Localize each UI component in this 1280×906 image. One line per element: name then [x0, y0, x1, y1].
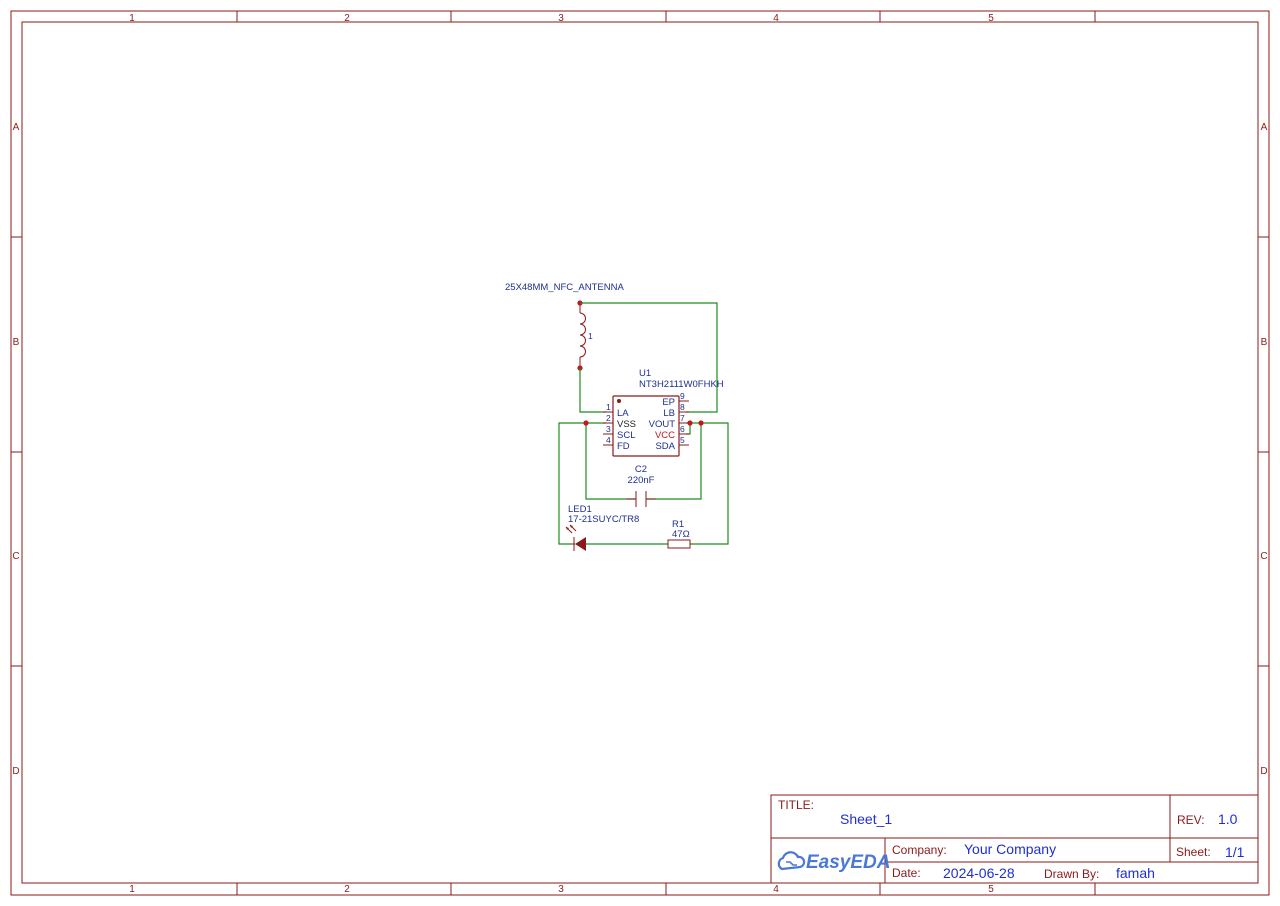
u1-pin-3-num: 3 [606, 424, 611, 434]
r1-resistor[interactable]: R1 47Ω [667, 519, 691, 549]
u1-pin-2-num: 2 [606, 413, 611, 423]
row-label-right-c: C [1260, 551, 1267, 562]
u1-pin-5-num: 5 [680, 435, 685, 445]
u1-pin-fd: FD [617, 441, 630, 452]
row-label-left-a: A [13, 122, 20, 133]
u1-pin-vss: VSS [617, 419, 636, 430]
col-label-bottom-4: 4 [773, 884, 779, 895]
u1-pin-6-num: 6 [680, 424, 685, 434]
r1-value: 47Ω [672, 529, 690, 540]
led-emission-arrows-icon [565, 524, 577, 534]
u1-pin-lb: LB [663, 408, 675, 419]
col-label-top-1: 1 [129, 13, 135, 24]
u1-pin-scl: SCL [617, 430, 635, 441]
schematic-sheet[interactable]: 1 2 3 4 5 1 2 3 4 5 A B C D A B C D 25X4… [0, 0, 1280, 906]
u1-value: NT3H2111W0FHKH [639, 379, 724, 390]
col-label-top-2: 2 [344, 13, 350, 24]
col-label-bottom-2: 2 [344, 884, 350, 895]
antenna-name: 25X48MM_NFC_ANTENNA [505, 282, 624, 293]
row-label-left-b: B [13, 337, 20, 348]
col-label-bottom-5: 5 [988, 884, 994, 895]
inductor-coil-icon [579, 312, 586, 358]
led-triangle-icon [575, 537, 586, 551]
c2-capacitor[interactable]: C2 220nF [626, 464, 656, 507]
u1-pin-7-num: 7 [680, 413, 685, 423]
date-label: Date: [892, 866, 921, 880]
led1-value: 17-21SUYC/TR8 [568, 514, 639, 525]
col-label-top-5: 5 [988, 13, 994, 24]
date-value: 2024-06-28 [943, 865, 1015, 881]
col-label-top-3: 3 [558, 13, 564, 24]
u1-pin-sda: SDA [655, 441, 675, 452]
easyeda-logo: EasyEDA [777, 851, 891, 873]
u1-pin-8-num: 8 [680, 402, 685, 412]
col-label-bottom-3: 3 [558, 884, 564, 895]
company-value: Your Company [964, 841, 1056, 857]
cloud-icon [777, 851, 806, 871]
u1-ref: U1 [639, 368, 651, 379]
row-label-right-d: D [1260, 766, 1267, 777]
u1-pin1-marker [617, 399, 621, 403]
col-label-top-4: 4 [773, 13, 779, 24]
logo-wordmark: EasyEDA [806, 852, 891, 873]
u1-pin-vout: VOUT [649, 419, 676, 430]
u1-pin-4-num: 4 [606, 435, 611, 445]
col-label-bottom-1: 1 [129, 884, 135, 895]
nfc-antenna[interactable]: 25X48MM_NFC_ANTENNA 1 [505, 282, 624, 371]
u1-pin-1-num: 1 [606, 402, 611, 412]
antenna-pin-label: 1 [588, 331, 593, 341]
u1-pin-la: LA [617, 408, 629, 419]
sheet-value: 1/1 [1225, 844, 1245, 860]
title-label: TITLE: [778, 798, 814, 812]
row-label-right-b: B [1261, 337, 1268, 348]
drawn-by-value: famah [1116, 865, 1155, 881]
rev-label: REV: [1177, 813, 1205, 827]
u1-pin-9-num: 9 [680, 391, 685, 401]
title-value: Sheet_1 [840, 811, 892, 827]
u1-pin-ep: EP [662, 397, 675, 408]
c2-value: 220nF [628, 475, 655, 486]
rev-value: 1.0 [1218, 811, 1238, 827]
row-label-left-d: D [12, 766, 19, 777]
drawn-by-label: Drawn By: [1044, 867, 1099, 881]
title-block: TITLE: Sheet_1 REV: 1.0 Company: Your Co… [770, 794, 1259, 884]
u1-pin-vcc: VCC [655, 430, 675, 441]
row-label-left-c: C [12, 551, 19, 562]
sheet-label: Sheet: [1176, 845, 1211, 859]
c2-ref: C2 [635, 464, 647, 475]
company-label: Company: [892, 843, 947, 857]
resistor-body [667, 539, 691, 549]
row-label-right-a: A [1261, 122, 1268, 133]
